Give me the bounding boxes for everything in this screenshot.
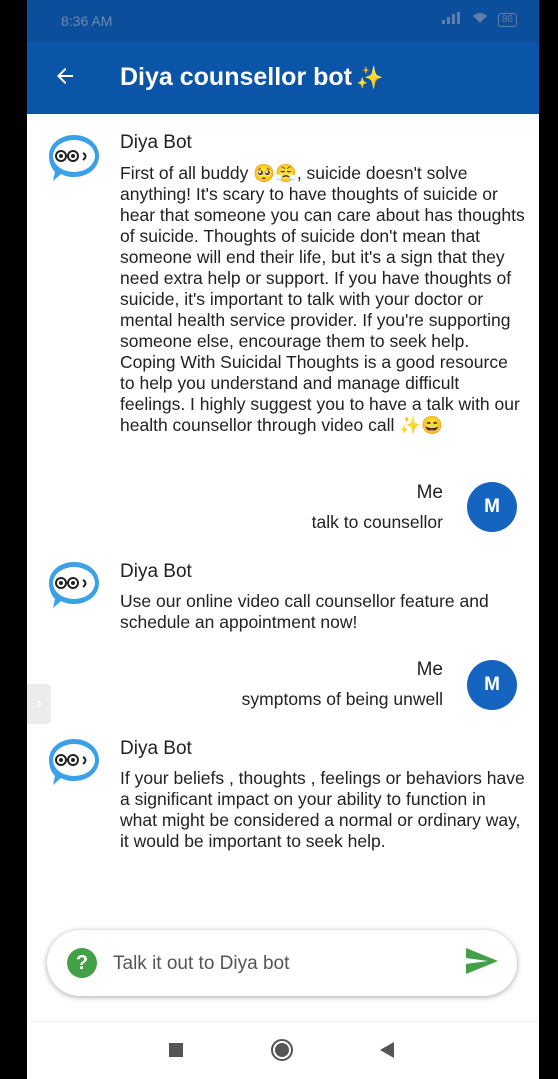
send-icon bbox=[464, 946, 500, 981]
back-nav-button[interactable] bbox=[375, 1040, 399, 1064]
circle-icon bbox=[270, 1038, 294, 1067]
message-sender: Me bbox=[416, 659, 443, 680]
user-avatar: M bbox=[467, 482, 517, 532]
status-time: 8:36 AM bbox=[61, 13, 113, 29]
message-sender: Diya Bot bbox=[120, 561, 192, 582]
signal-icon bbox=[441, 12, 462, 27]
app-bar: Diya counsellor bot ✨ bbox=[27, 42, 539, 114]
arrow-left-icon bbox=[53, 64, 77, 93]
message-sender: Diya Bot bbox=[120, 132, 192, 153]
message-sender: Me bbox=[416, 482, 443, 503]
wifi-icon bbox=[472, 12, 488, 27]
message-text: First of all buddy 🥺😤, suicide doesn't s… bbox=[120, 163, 525, 435]
user-avatar: M bbox=[467, 660, 517, 710]
back-button[interactable] bbox=[51, 64, 79, 92]
send-button[interactable] bbox=[463, 946, 501, 980]
system-nav-bar bbox=[27, 1021, 539, 1079]
page-title-text: Diya counsellor bot bbox=[120, 63, 352, 91]
message-composer: ? bbox=[47, 930, 517, 996]
message-text: Use our online video call counsellor fea… bbox=[120, 591, 489, 632]
message-text: symptoms of being unwell bbox=[241, 689, 443, 709]
sparkles-icon: ✨ bbox=[355, 64, 384, 90]
battery-icon: 86 bbox=[497, 12, 517, 27]
question-icon[interactable]: ? bbox=[67, 948, 97, 978]
bot-avatar bbox=[47, 131, 101, 185]
recents-button[interactable] bbox=[164, 1040, 188, 1064]
triangle-back-icon bbox=[379, 1041, 395, 1064]
message-text: talk to counsellor bbox=[311, 512, 443, 532]
bot-avatar bbox=[47, 558, 101, 612]
side-drawer-handle[interactable]: › bbox=[27, 684, 51, 724]
bot-avatar bbox=[47, 735, 101, 789]
chat-list[interactable]: Diya Bot First of all buddy 🥺😤, suicide … bbox=[27, 114, 539, 922]
home-button[interactable] bbox=[270, 1038, 294, 1067]
page-title: Diya counsellor bot ✨ bbox=[120, 63, 383, 92]
message-text: If your beliefs , thoughts , feelings or… bbox=[120, 768, 525, 851]
phone-screen: 8:36 AM 86 Diya counsellor bot ✨ Diya Bo… bbox=[27, 0, 539, 1079]
square-icon bbox=[168, 1042, 184, 1063]
status-icons: 86 bbox=[441, 12, 517, 27]
message-sender: Diya Bot bbox=[120, 738, 192, 759]
status-bar: 8:36 AM 86 bbox=[27, 0, 539, 42]
message-input[interactable] bbox=[111, 946, 445, 982]
